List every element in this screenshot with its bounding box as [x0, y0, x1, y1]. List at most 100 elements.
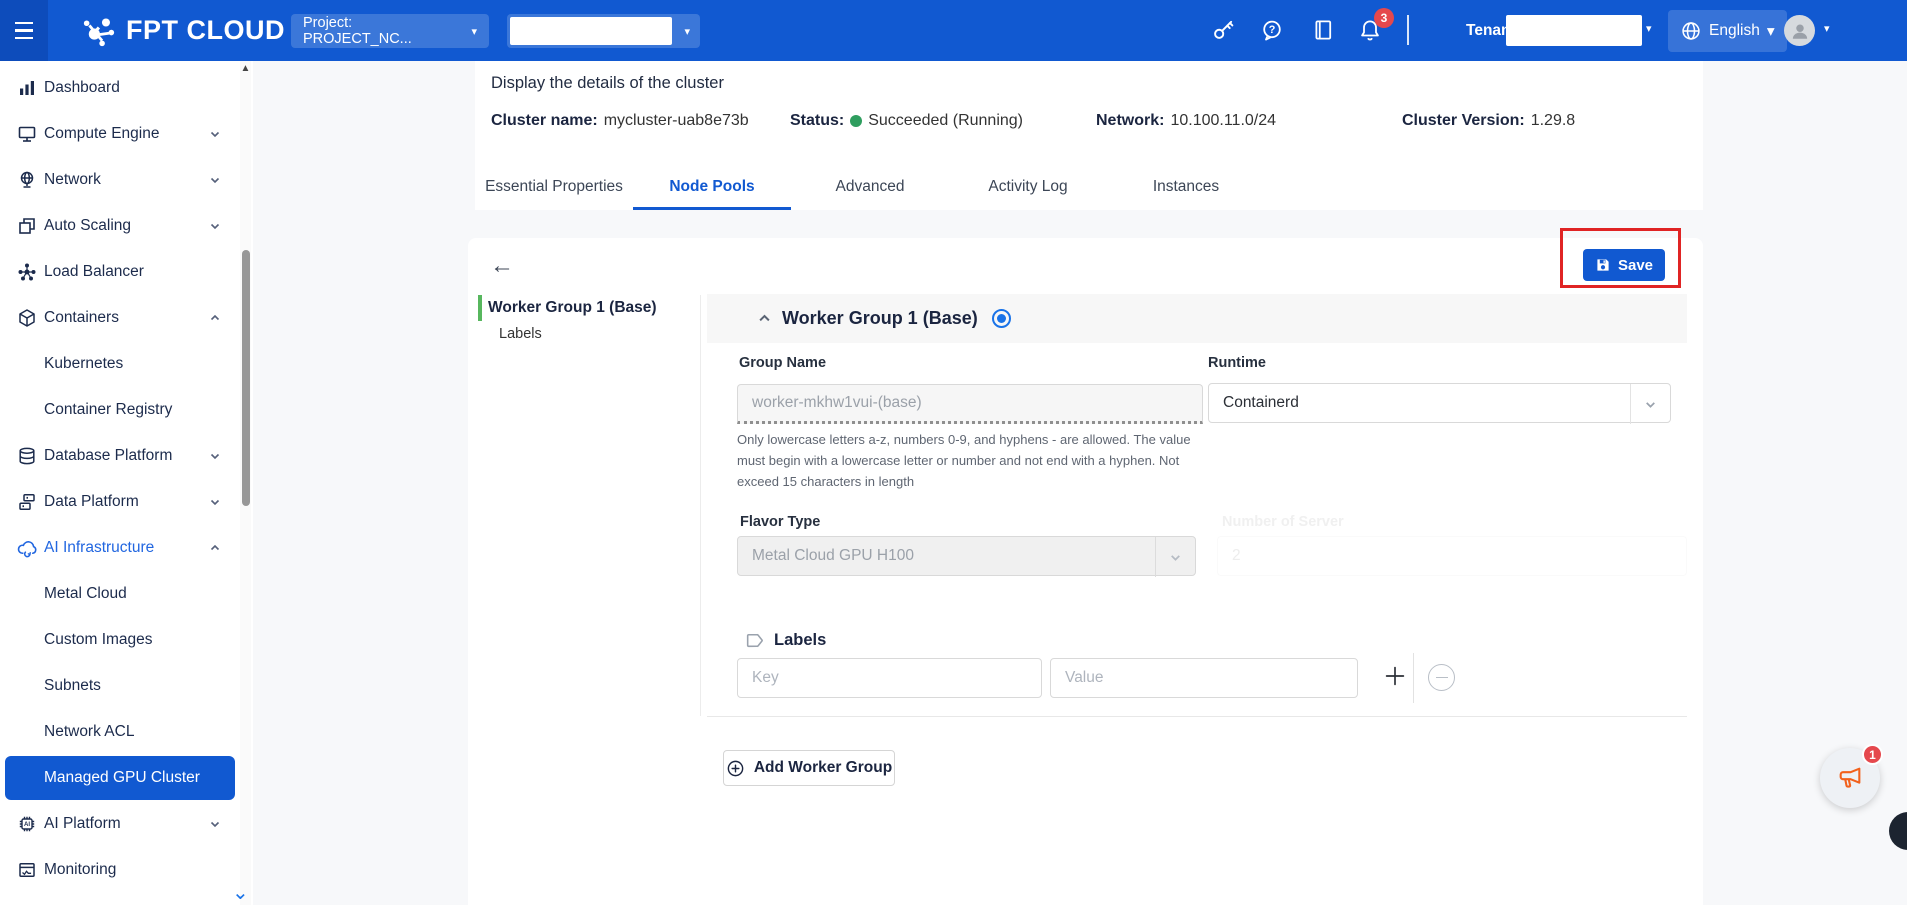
network-label: Network: — [1096, 112, 1164, 130]
label-actions-divider — [1413, 653, 1414, 703]
ai-infrastructure-icon — [16, 537, 38, 559]
sidebar-item-container-registry[interactable]: Container Registry — [0, 387, 253, 433]
flavor-type-label: Flavor Type — [740, 514, 820, 530]
add-worker-group-label: Add Worker Group — [754, 759, 892, 777]
panel-divider — [700, 295, 701, 716]
sidebar-item-database-platform[interactable]: Database Platform — [0, 433, 253, 479]
megaphone-icon — [1836, 764, 1864, 792]
cluster-name-info: Cluster name: mycluster-uab8e73b — [491, 112, 749, 130]
group-name-input[interactable] — [737, 384, 1203, 424]
sidebar-item-network-acl[interactable]: Network ACL — [0, 709, 253, 755]
sidebar-item-dashboard[interactable]: Dashboard — [0, 65, 253, 111]
status-value: Succeeded (Running) — [868, 112, 1023, 130]
sidebar-item-ai-platform[interactable]: AI AI Platform — [0, 801, 253, 847]
tab-node-pools[interactable]: Node Pools — [633, 166, 791, 210]
chevron-down-icon — [1155, 537, 1195, 577]
chevron-up-icon — [209, 312, 221, 324]
auto-scaling-icon — [16, 215, 38, 237]
sidebar-item-containers[interactable]: Containers — [0, 295, 253, 341]
api-key-button[interactable] — [1209, 16, 1237, 44]
cluster-name-value: mycluster-uab8e73b — [604, 112, 749, 130]
chevron-up-icon — [209, 542, 221, 554]
flavor-type-value: Metal Cloud GPU H100 — [752, 547, 914, 565]
support-button[interactable]: ? — [1258, 16, 1286, 44]
cluster-tabs: Essential Properties Node Pools Advanced… — [475, 166, 1265, 210]
data-platform-icon — [16, 491, 38, 513]
back-arrow-button[interactable]: ← — [490, 252, 514, 280]
save-highlight-annotation: Save — [1560, 228, 1681, 288]
cluster-version-info: Cluster Version: 1.29.8 — [1402, 112, 1575, 130]
chevron-down-icon — [209, 174, 221, 186]
sidebar-item-kubernetes[interactable]: Kubernetes — [0, 341, 253, 387]
fpt-cloud-logo: FPT CLOUD — [80, 0, 285, 61]
tab-activity-log[interactable]: Activity Log — [949, 166, 1107, 210]
scrollbar-up-arrow[interactable]: ▲ — [240, 63, 251, 74]
tab-instances[interactable]: Instances — [1107, 166, 1265, 210]
collapse-chevron-icon[interactable] — [757, 311, 772, 326]
sidebar-scrollbar-thumb[interactable] — [242, 250, 250, 506]
chevron-down-icon — [209, 128, 221, 140]
label-value-input[interactable] — [1050, 658, 1358, 698]
sidebar-item-network[interactable]: Network — [0, 157, 253, 203]
notification-count-badge: 3 — [1374, 8, 1394, 28]
network-info: Network: 10.100.11.0/24 — [1096, 112, 1276, 130]
sidebar-item-ai-infrastructure[interactable]: AI Infrastructure — [0, 525, 253, 571]
worker-group-radio[interactable] — [992, 309, 1011, 328]
plus-circle-icon — [726, 759, 745, 778]
group-name-label: Group Name — [739, 355, 826, 371]
language-label: English — [1709, 22, 1760, 40]
docs-icon — [1311, 18, 1335, 42]
group-name-helper-text: Only lowercase letters a-z, numbers 0-9,… — [737, 430, 1209, 492]
chevron-down-icon — [1630, 384, 1670, 424]
tab-advanced[interactable]: Advanced — [791, 166, 949, 210]
sidebar-scrollbar[interactable]: ▲ ⌄ — [240, 61, 251, 905]
help-icon: ? — [1260, 18, 1284, 42]
docs-button[interactable] — [1309, 16, 1337, 44]
add-label-button[interactable] — [1381, 662, 1409, 690]
sidebar-item-data-platform[interactable]: Data Platform — [0, 479, 253, 525]
number-of-server-ghost-label: Number of Server — [1222, 514, 1344, 530]
region-dropdown[interactable]: ▾ — [507, 14, 700, 48]
worker-group-panel-header: Worker Group 1 (Base) — [707, 294, 1687, 343]
runtime-dropdown[interactable]: Containerd — [1208, 383, 1671, 423]
add-worker-group-button[interactable]: Add Worker Group — [723, 750, 895, 786]
chevron-down-icon: ▾ — [1767, 22, 1775, 41]
tenant-dropdown-redacted-value[interactable] — [1506, 15, 1642, 46]
sidebar-item-compute-engine[interactable]: Compute Engine — [0, 111, 253, 157]
containers-icon — [16, 307, 38, 329]
label-key-input[interactable] — [737, 658, 1042, 698]
status-dot-icon — [850, 115, 862, 127]
sidebar-item-custom-images[interactable]: Custom Images — [0, 617, 253, 663]
minus-icon — [1436, 677, 1448, 679]
chevron-down-icon: ▾ — [1824, 22, 1830, 35]
sidebar-item-managed-gpu-cluster[interactable]: Managed GPU Cluster — [5, 756, 235, 800]
dashboard-icon — [16, 77, 38, 99]
save-icon — [1595, 257, 1611, 273]
load-balancer-icon — [16, 261, 38, 283]
user-avatar[interactable] — [1784, 15, 1815, 46]
number-of-server-ghost-input: 2 — [1217, 536, 1687, 576]
status-info: Status: Succeeded (Running) — [790, 112, 1023, 130]
scroll-down-chevron-icon[interactable]: ⌄ — [232, 880, 249, 905]
group-nav-worker-group-1[interactable]: Worker Group 1 (Base) — [488, 299, 657, 317]
group-nav-labels[interactable]: Labels — [499, 326, 542, 342]
sidebar-item-subnets[interactable]: Subnets — [0, 663, 253, 709]
save-button[interactable]: Save — [1583, 249, 1665, 281]
project-dropdown-label: Project: PROJECT_NC... — [303, 15, 461, 47]
project-dropdown[interactable]: Project: PROJECT_NC... ▾ — [291, 14, 489, 48]
sidebar-item-metal-cloud[interactable]: Metal Cloud — [0, 571, 253, 617]
language-dropdown[interactable]: English ▾ — [1668, 10, 1787, 52]
remove-label-button[interactable] — [1428, 664, 1455, 691]
worker-group-title: Worker Group 1 (Base) — [782, 308, 978, 329]
hamburger-icon — [15, 19, 33, 42]
sidebar-item-auto-scaling[interactable]: Auto Scaling — [0, 203, 253, 249]
hamburger-menu-button[interactable] — [0, 0, 48, 61]
plus-icon — [1383, 664, 1407, 688]
globe-icon — [1680, 20, 1702, 42]
panel-bottom-divider — [707, 716, 1687, 717]
flavor-type-dropdown[interactable]: Metal Cloud GPU H100 — [737, 536, 1196, 576]
sidebar-item-monitoring[interactable]: Monitoring — [0, 847, 253, 893]
tab-essential-properties[interactable]: Essential Properties — [475, 166, 633, 210]
sidebar-item-load-balancer[interactable]: Load Balancer — [0, 249, 253, 295]
logo-text: FPT CLOUD — [126, 15, 285, 46]
